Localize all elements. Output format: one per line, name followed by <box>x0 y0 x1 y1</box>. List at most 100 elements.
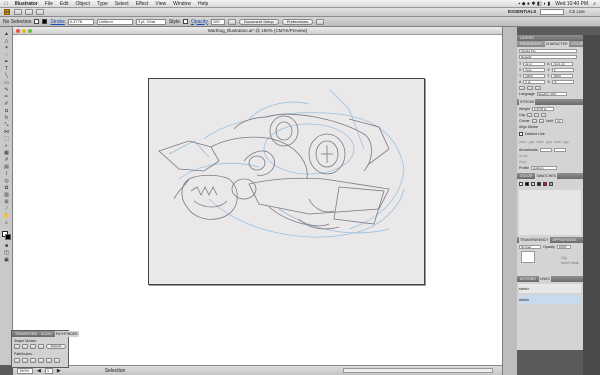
intersect-button[interactable] <box>30 344 36 349</box>
swatch-registration[interactable] <box>537 181 541 186</box>
workspace-switcher[interactable]: ESSENTIALS <box>508 9 536 14</box>
merge-button[interactable] <box>30 358 36 363</box>
miter-limit-field[interactable]: 10 <box>555 118 564 123</box>
horizontal-scale-field[interactable]: 100% <box>523 73 546 78</box>
menu-file[interactable]: File <box>45 1 53 7</box>
tab-links[interactable]: LINKS <box>538 276 551 282</box>
draw-mode-icon[interactable]: ◫ <box>2 250 11 256</box>
kerning-field[interactable]: Auto <box>523 67 546 72</box>
zoom-level-field[interactable]: 150% <box>17 367 33 374</box>
tab-align[interactable]: ALIGN <box>40 332 53 336</box>
menu-help[interactable]: Help <box>198 1 208 7</box>
profile-select[interactable]: Uniform <box>530 165 557 170</box>
variable-width-profile[interactable]: Uniform <box>96 18 133 25</box>
direct-selection-tool-icon[interactable]: △ <box>2 38 11 44</box>
search-help-field[interactable] <box>540 9 564 15</box>
font-style-field[interactable]: Regular <box>519 54 577 59</box>
miter-join-button[interactable] <box>531 118 537 123</box>
menu-window[interactable]: Window <box>173 1 191 7</box>
artboard-next-icon[interactable]: ▶ <box>57 368 61 374</box>
stroke-link[interactable]: Stroke <box>50 19 64 25</box>
arrowhead-start-select[interactable] <box>539 147 552 152</box>
baseline-shift-field[interactable]: 0 pt <box>523 79 546 84</box>
rectangle-tool-icon[interactable]: ▭ <box>2 80 11 86</box>
free-transform-tool-icon[interactable]: ⬚ <box>2 136 11 142</box>
pencil-tool-icon[interactable]: ✏ <box>2 94 11 100</box>
swatch-none[interactable] <box>519 181 523 186</box>
opacity-field[interactable]: 100 <box>210 18 225 25</box>
type-tool-icon[interactable]: T <box>2 66 11 72</box>
swatch-white[interactable] <box>531 181 535 186</box>
outline-button[interactable] <box>46 358 52 363</box>
minus-front-button[interactable] <box>22 344 28 349</box>
tab-actions[interactable]: ACTIONS <box>519 277 537 281</box>
gradient-tool-icon[interactable]: ▤ <box>2 164 11 170</box>
tab-transform[interactable]: TRANSFORM <box>14 332 38 336</box>
language-field[interactable]: English: USA <box>536 91 567 96</box>
stroke-weight-field[interactable]: 0.3778 <box>67 18 94 25</box>
tab-appearance[interactable]: APPEARANCE <box>552 238 578 242</box>
tab-transparency[interactable]: TRANSPARENCY <box>519 237 550 243</box>
round-join-button[interactable] <box>538 118 544 123</box>
rotate-tool-icon[interactable]: ↻ <box>2 115 11 121</box>
artboard-number-field[interactable]: 1 <box>44 367 53 374</box>
apple-icon[interactable]:  <box>4 1 8 7</box>
brush-definition[interactable]: 3 pt. Oval <box>135 18 166 25</box>
close-window-icon[interactable] <box>16 29 20 33</box>
tab-pathfinder[interactable]: PATHFINDER <box>54 331 79 337</box>
minimize-window-icon[interactable] <box>22 29 26 33</box>
square-cap-button[interactable] <box>541 112 547 117</box>
all-caps-button[interactable] <box>519 85 525 90</box>
slice-tool-icon[interactable]: ⟋ <box>2 206 11 212</box>
align-button[interactable] <box>316 18 325 25</box>
zoom-window-icon[interactable] <box>28 29 32 33</box>
small-caps-button[interactable] <box>527 85 533 90</box>
status-icons[interactable]: ▪ ◆ ● ✱ ◧ ◗ ▮ <box>519 1 551 7</box>
font-size-field[interactable]: 12 pt <box>523 61 546 66</box>
menu-effect[interactable]: Effect <box>136 1 149 7</box>
spotlight-icon[interactable]: ⌕ <box>593 1 596 7</box>
link-row-2[interactable]: sketch <box>519 295 581 304</box>
link-row-1[interactable]: sketch <box>519 284 581 293</box>
minus-back-button[interactable] <box>54 358 60 363</box>
fill-swatch[interactable] <box>34 19 40 24</box>
perspective-grid-tool-icon[interactable]: ▦ <box>2 150 11 156</box>
opacity-link[interactable]: Opacity <box>191 19 208 25</box>
blend-mode-select[interactable]: Normal <box>519 244 541 249</box>
menu-edit[interactable]: Edit <box>60 1 69 7</box>
graph-tool-icon[interactable]: ▥ <box>2 192 11 198</box>
unite-button[interactable] <box>14 344 20 349</box>
artboard[interactable] <box>148 78 425 285</box>
symbol-sprayer-tool-icon[interactable]: ✿ <box>2 185 11 191</box>
artboard-tool-icon[interactable]: ⊞ <box>2 199 11 205</box>
menu-object[interactable]: Object <box>76 1 90 7</box>
trim-button[interactable] <box>22 358 28 363</box>
dashed-line-checkbox[interactable] <box>519 131 523 136</box>
font-family-field[interactable]: Myriad Pro <box>519 48 577 53</box>
eyedropper-tool-icon[interactable]: ⌇ <box>2 171 11 177</box>
screen-mode-button[interactable] <box>36 9 44 15</box>
bridge-button[interactable] <box>14 9 22 15</box>
preferences-button[interactable]: Preferences <box>281 18 314 25</box>
tab-character[interactable]: CHARACTER <box>544 41 569 47</box>
tab-paragraph[interactable]: PARAGRAPH <box>519 42 543 46</box>
selection-tool-icon[interactable]: ▲ <box>2 31 11 37</box>
menu-select[interactable]: Select <box>115 1 129 7</box>
clock[interactable]: Wed 10:40 PM <box>555 1 588 7</box>
menu-view[interactable]: View <box>155 1 166 7</box>
line-tool-icon[interactable]: ╲ <box>2 73 11 79</box>
swatch-black[interactable] <box>525 181 529 186</box>
arrange-docs-button[interactable] <box>25 9 33 15</box>
swatch-gray[interactable] <box>549 181 553 186</box>
leading-field[interactable]: (14.4 pt) <box>551 61 574 66</box>
tab-layers[interactable]: LAYERS <box>519 36 535 40</box>
color-mode-icon[interactable]: ■ <box>2 243 11 249</box>
style-swatch[interactable] <box>182 19 188 24</box>
screen-mode-icon[interactable]: ▣ <box>2 257 11 263</box>
butt-cap-button[interactable] <box>527 112 533 117</box>
round-cap-button[interactable] <box>534 112 540 117</box>
document-tab[interactable]: Warthog_Illustration.ai* @ 150% (CMYK/Pr… <box>13 27 502 35</box>
paintbrush-tool-icon[interactable]: ✎ <box>2 87 11 93</box>
tracking-field[interactable]: 0 <box>551 67 574 72</box>
app-menu[interactable]: Illustrator <box>15 1 38 7</box>
